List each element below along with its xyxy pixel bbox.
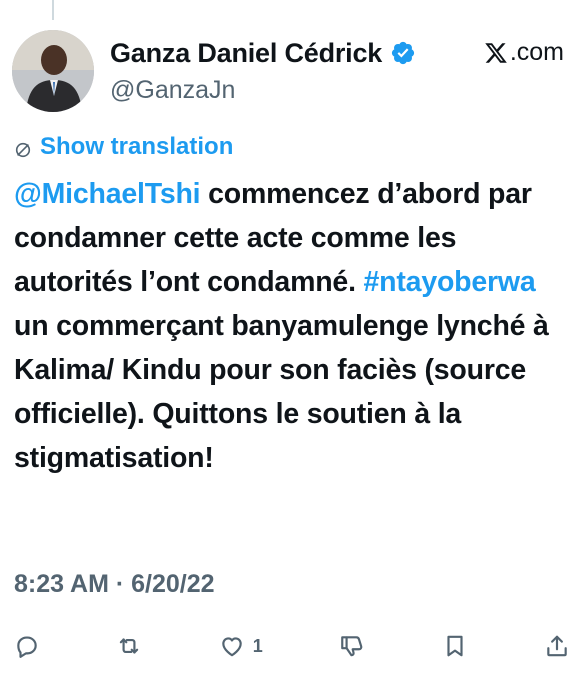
author-name-row: Ganza Daniel Cédrick — [110, 36, 416, 70]
globe-icon — [14, 138, 32, 158]
x-logo-icon — [484, 41, 508, 65]
reply-icon — [14, 633, 40, 659]
thread-connector-line — [52, 0, 54, 20]
show-translation-button[interactable]: Show translation — [14, 133, 233, 161]
tweet-timestamp[interactable]: 8:23 AM · 6/20/22 — [14, 570, 215, 599]
reply-button[interactable] — [14, 628, 40, 664]
bookmark-button[interactable] — [442, 628, 468, 664]
like-button[interactable]: 1 — [219, 628, 263, 664]
source-label: .com — [484, 38, 564, 67]
retweet-button[interactable] — [116, 628, 142, 664]
dislike-button[interactable] — [339, 628, 365, 664]
tweet-text-part2: un commerçant banyamulenge lynché à Kali… — [14, 310, 549, 474]
retweet-icon — [116, 633, 142, 659]
source-site-text: .com — [509, 38, 564, 66]
author-display-name[interactable]: Ganza Daniel Cédrick — [110, 38, 382, 69]
avatar-image — [12, 30, 94, 112]
verified-badge-icon — [390, 40, 416, 66]
share-icon — [544, 633, 570, 659]
tweet-body: @MichaelTshi commencez d’abord par conda… — [14, 172, 574, 480]
bookmark-icon — [442, 633, 468, 659]
thumbs-down-icon — [339, 633, 365, 659]
avatar[interactable] — [12, 30, 94, 112]
like-count: 1 — [252, 635, 263, 656]
show-translation-label[interactable]: Show translation — [40, 133, 233, 161]
author-handle[interactable]: @GanzaJn — [110, 76, 235, 105]
hashtag-link[interactable]: #ntayoberwa — [364, 266, 536, 298]
tweet-action-bar: 1 — [14, 628, 570, 664]
mention-link[interactable]: @MichaelTshi — [14, 178, 201, 210]
tweet-header: Ganza Daniel Cédrick @GanzaJn .com — [12, 30, 572, 114]
heart-icon — [219, 633, 245, 659]
share-button[interactable] — [544, 628, 570, 664]
